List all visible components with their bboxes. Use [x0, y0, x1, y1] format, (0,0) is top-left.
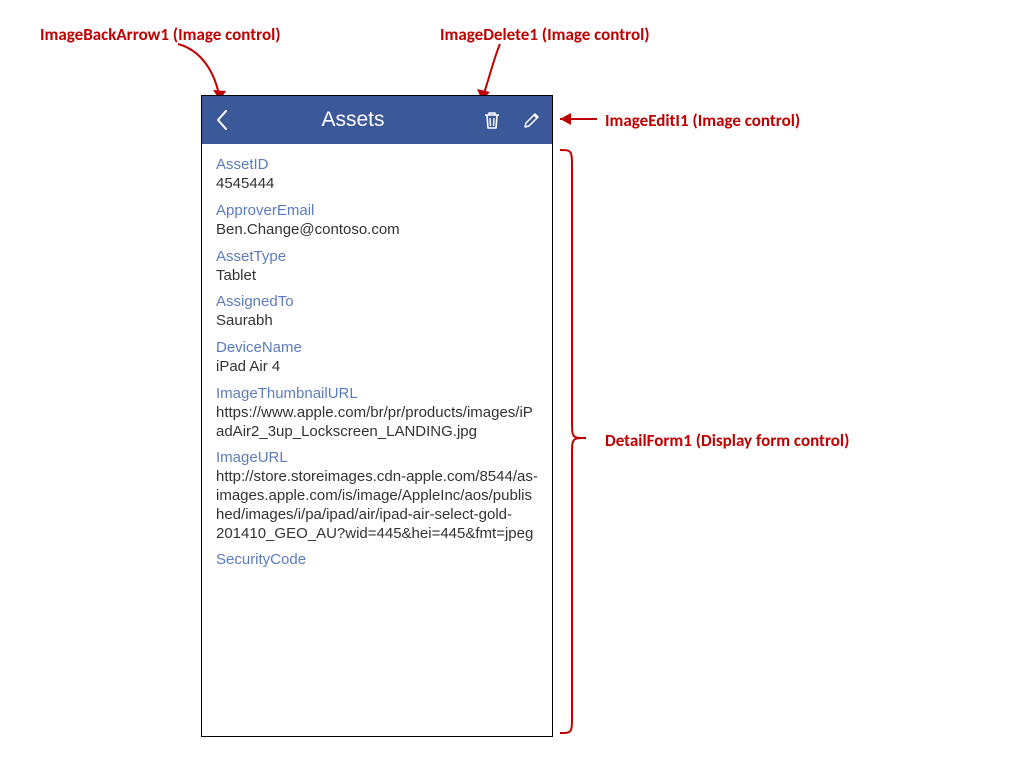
callout-detail-form: DetailForm1 (Display form control): [605, 430, 849, 451]
callout-back-arrow: ImageBackArrow1 (Image control): [40, 24, 281, 45]
field-value: Saurabh: [216, 312, 538, 331]
field-label: ImageThumbnailURL: [216, 385, 538, 402]
field-label: DeviceName: [216, 339, 538, 356]
field-devicename: DeviceName iPad Air 4: [216, 339, 538, 377]
field-assetid: AssetID 4545444: [216, 156, 538, 194]
field-label: SecurityCode: [216, 551, 538, 568]
field-imagethumbnailurl: ImageThumbnailURL https://www.apple.com/…: [216, 385, 538, 442]
field-value: Ben.Change@contoso.com: [216, 221, 538, 240]
field-assettype: AssetType Tablet: [216, 248, 538, 286]
field-assignedto: AssignedTo Saurabh: [216, 293, 538, 331]
field-label: AssetID: [216, 156, 538, 173]
callout-delete: ImageDelete1 (Image control): [440, 24, 650, 45]
field-label: AssetType: [216, 248, 538, 265]
pencil-icon: [523, 111, 541, 129]
field-value: 4545444: [216, 175, 538, 194]
field-imageurl: ImageURL http://store.storeimages.cdn-ap…: [216, 449, 538, 543]
page-title-text: Assets: [321, 108, 384, 131]
app-frame: Assets AssetID 4545444 ApproverEmail Ben…: [201, 95, 553, 737]
trash-icon: [483, 110, 501, 130]
detail-form: AssetID 4545444 ApproverEmail Ben.Change…: [202, 144, 552, 568]
field-value: Tablet: [216, 267, 538, 286]
field-value: http://store.storeimages.cdn-apple.com/8…: [216, 468, 538, 543]
field-value: https://www.apple.com/br/pr/products/ima…: [216, 404, 538, 442]
edit-button[interactable]: [512, 96, 552, 144]
chevron-left-icon: [215, 109, 229, 131]
field-value: iPad Air 4: [216, 358, 538, 377]
field-label: AssignedTo: [216, 293, 538, 310]
app-header: Assets: [202, 96, 552, 144]
back-button[interactable]: [202, 96, 242, 144]
delete-button[interactable]: [472, 96, 512, 144]
field-securitycode: SecurityCode: [216, 551, 538, 568]
callout-edit: ImageEditI1 (Image control): [605, 110, 800, 131]
field-label: ImageURL: [216, 449, 538, 466]
field-label: ApproverEmail: [216, 202, 538, 219]
field-approveremail: ApproverEmail Ben.Change@contoso.com: [216, 202, 538, 240]
